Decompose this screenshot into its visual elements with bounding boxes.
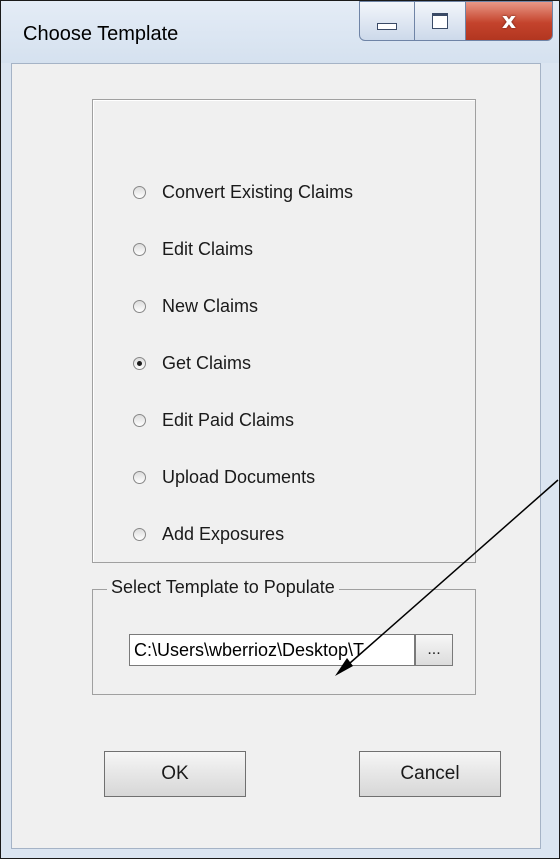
close-icon: x <box>501 8 517 34</box>
radio-upload-documents[interactable]: Upload Documents <box>133 467 315 488</box>
radio-label: Get Claims <box>162 353 252 373</box>
radio-button[interactable] <box>133 471 146 484</box>
radio-button[interactable] <box>133 186 146 199</box>
template-type-group: Convert Existing Claims Edit Claims New … <box>92 99 476 563</box>
cancel-button[interactable]: Cancel <box>359 751 501 797</box>
select-template-group: Select Template to Populate C:\Users\wbe… <box>92 577 476 695</box>
radio-label: New Claims <box>162 296 259 316</box>
maximize-button[interactable] <box>414 1 466 41</box>
radio-convert-existing-claims[interactable]: Convert Existing Claims <box>133 182 353 203</box>
maximize-icon <box>432 13 448 29</box>
radio-button-selected[interactable] <box>133 357 146 370</box>
radio-get-claims[interactable]: Get Claims <box>133 353 251 374</box>
radio-button[interactable] <box>133 414 146 427</box>
radio-add-exposures[interactable]: Add Exposures <box>133 524 284 545</box>
radio-button[interactable] <box>133 300 146 313</box>
radio-label: Convert Existing Claims <box>162 182 354 202</box>
close-button[interactable]: x <box>465 1 553 41</box>
browse-button[interactable]: ... <box>415 634 453 666</box>
choose-template-window: Choose Template x Convert Existing Claim… <box>0 0 560 859</box>
radio-button[interactable] <box>133 528 146 541</box>
radio-edit-paid-claims[interactable]: Edit Paid Claims <box>133 410 294 431</box>
radio-button[interactable] <box>133 243 146 256</box>
radio-label: Upload Documents <box>162 467 316 487</box>
radio-label: Edit Paid Claims <box>162 410 295 430</box>
radio-edit-claims[interactable]: Edit Claims <box>133 239 253 260</box>
minimize-button[interactable] <box>359 1 415 41</box>
dialog-client-area: Convert Existing Claims Edit Claims New … <box>11 63 541 849</box>
radio-label: Edit Claims <box>162 239 254 259</box>
group-legend: Select Template to Populate <box>107 577 339 598</box>
template-path-input[interactable]: C:\Users\wberrioz\Desktop\T <box>129 634 415 666</box>
title-bar[interactable]: Choose Template x <box>1 1 559 63</box>
radio-new-claims[interactable]: New Claims <box>133 296 258 317</box>
minimize-icon <box>377 22 397 30</box>
window-title: Choose Template <box>23 23 179 45</box>
ok-button[interactable]: OK <box>104 751 246 797</box>
radio-label: Add Exposures <box>162 524 285 544</box>
